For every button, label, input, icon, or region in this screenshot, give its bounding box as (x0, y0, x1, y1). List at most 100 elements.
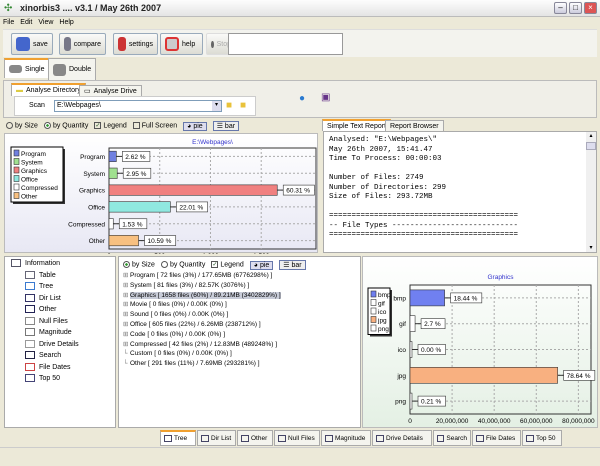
browse-folder-icon[interactable]: ■ (226, 100, 232, 111)
file-type-item[interactable]: ⊞ System [ 81 files (3%) / 82.57K (3076%)… (123, 281, 281, 291)
maximize-button[interactable]: □ (569, 2, 582, 14)
pie-button[interactable]: ◕ pie (183, 121, 207, 131)
tab-analyse-drive[interactable]: ▭ Analyse Drive (79, 85, 142, 96)
expand-icon[interactable]: ⊞ (123, 281, 130, 291)
tree-item-other[interactable]: Other (11, 304, 115, 316)
legend-checkbox[interactable]: ✓ Legend (94, 122, 127, 130)
file-type-item[interactable]: ⊞ Program [ 72 files (3%) / 177.65MB (677… (123, 271, 281, 281)
tree-item-file-dates[interactable]: File Dates (11, 362, 115, 374)
file-type-label: Graphics [ 1658 files (60%) / 89.21MB (3… (130, 291, 281, 299)
legend-swatch (370, 324, 377, 332)
settings-button[interactable]: settings (113, 33, 158, 55)
bar-button[interactable]: ☰ bar (279, 260, 306, 270)
tree-item-label: Table (39, 271, 56, 279)
expand-icon[interactable]: ⊞ (123, 320, 130, 330)
compare-icon (64, 37, 71, 51)
tree-item-label: Magnitude (39, 329, 72, 336)
chart-title: E:\Webpages\ (192, 139, 233, 146)
menu-edit[interactable]: Edit (17, 18, 35, 27)
by-quantity-radio[interactable]: by Quantity (43, 122, 88, 130)
navigation-tree: Information Table Tree Dir List Other Null Fi… (4, 256, 116, 428)
by-size-radio[interactable]: by Size (123, 261, 155, 269)
full-screen-checkbox[interactable]: Full Screen (132, 122, 177, 130)
file-type-label: Custom [ 0 files (0%) / 0.00K (0%) ] (130, 350, 232, 358)
tab-single[interactable]: Single (4, 58, 50, 78)
pie-button[interactable]: ◕ pie (249, 260, 274, 270)
report-icon[interactable]: ▣ (321, 92, 330, 103)
help-button[interactable]: help (160, 33, 203, 55)
status-bar (0, 447, 600, 466)
tree-item-dir-list[interactable]: Dir List (11, 293, 115, 305)
legend-swatch (13, 183, 20, 191)
menu-file[interactable]: File (0, 18, 17, 27)
legend-checkbox[interactable]: ✓ Legend (211, 261, 244, 269)
tab-simple-text-report[interactable]: Simple Text Report (322, 119, 392, 131)
tree-item-tree[interactable]: Tree (11, 281, 115, 293)
by-size-radio[interactable]: by Size (6, 122, 38, 130)
bottom-tab-magnitude[interactable]: Magnitude (321, 430, 371, 446)
save-button[interactable]: save (11, 33, 53, 55)
tree-item-information[interactable]: Information (11, 258, 115, 270)
scan-path-select[interactable]: E:\Webpages\ ▾ (54, 100, 222, 112)
tab-icon (201, 434, 209, 442)
tab-icon (325, 434, 333, 442)
file-type-item[interactable]: ⊞ Movie [ 0 files (0%) / 0.00K (0%) ] (123, 300, 281, 310)
chevron-down-icon[interactable]: ▾ (212, 101, 221, 111)
open-folder-icon[interactable]: ■ (240, 100, 246, 111)
tree-item-drive-details[interactable]: Drive Details (11, 339, 115, 351)
bottom-tab-dir-list[interactable]: Dir List (197, 430, 236, 446)
top-chart-panel: E:\Webpages\ 0 500 1,000 1,500 Program 2.62 % S… (4, 133, 318, 260)
by-quantity-radio[interactable]: by Quantity (160, 261, 205, 269)
expand-icon[interactable]: ⊞ (123, 310, 130, 320)
file-type-item[interactable]: ⊞ Code [ 0 files (0%) / 0.00K (0%) ] (123, 330, 281, 340)
bottom-tab-drive-details[interactable]: Drive Details (372, 430, 432, 446)
tree-node-icon (25, 316, 35, 325)
file-type-item[interactable]: └ Other [ 291 files (11%) / 7.69MB (29328… (123, 359, 281, 369)
scroll-thumb (586, 142, 596, 150)
toolbar-text-field[interactable] (228, 33, 343, 55)
tree-item-magnitude[interactable]: Magnitude (11, 327, 115, 339)
tab-report-browser[interactable]: Report Browser (385, 120, 444, 131)
ie-icon[interactable]: ● (299, 93, 305, 104)
file-type-item[interactable]: ⊞ Sound [ 0 files (0%) / 0.00K (0%) ] (123, 310, 281, 320)
bottom-tab-top-50[interactable]: Top 50 (522, 430, 562, 446)
menu-help[interactable]: Help (56, 18, 76, 27)
expand-icon[interactable]: ⊞ (123, 271, 130, 281)
compare-button[interactable]: compare (59, 33, 106, 55)
tree-item-null-files[interactable]: Null Files (11, 316, 115, 328)
scan-row: Scan E:\Webpages\ ▾ ■ ■ (14, 96, 256, 116)
scrollbar[interactable]: ▴ ▾ (586, 132, 596, 252)
tab-double[interactable]: Double (48, 58, 97, 80)
file-type-item[interactable]: ⊞ Compressed [ 42 files (2%) / 12.83MB (4… (123, 340, 281, 350)
x-tick-label: 0 (107, 253, 111, 254)
legend-label: ico (378, 309, 387, 316)
bottom-tab-null-files[interactable]: Null Files (274, 430, 320, 446)
tree-item-search[interactable]: Search (11, 350, 115, 362)
tree-node-icon (25, 282, 35, 291)
bottom-tab-file-dates[interactable]: File Dates (472, 430, 521, 446)
bottom-tab-search[interactable]: Search (433, 430, 471, 446)
tab-analyse-directory[interactable]: ▬ Analyse Directory (11, 83, 86, 96)
tab-double-label: Double (69, 66, 92, 73)
bottom-tab-tree[interactable]: Tree (160, 430, 196, 446)
bottom-tab-other[interactable]: Other (237, 430, 273, 446)
file-type-item[interactable]: ⊞ Graphics [ 1658 files (60%) / 89.21MB (… (123, 291, 281, 301)
file-type-item[interactable]: └ Custom [ 0 files (0%) / 0.00K (0%) ] (123, 349, 281, 359)
menu-view[interactable]: View (35, 18, 56, 27)
text-report[interactable]: Analysed: "E:\Webpages\" May 26th 2007, 1… (323, 131, 597, 253)
tree-item-top-50[interactable]: Top 50 (11, 373, 115, 385)
expand-icon[interactable]: ⊞ (123, 291, 130, 301)
help-label: help (182, 40, 196, 48)
expand-icon[interactable]: ⊞ (123, 340, 130, 350)
expand-icon[interactable]: ⊞ (123, 300, 130, 310)
file-type-item[interactable]: ⊞ Office [ 605 files (22%) / 6.26MB (2387… (123, 320, 281, 330)
data-label: 60.31 % (286, 188, 310, 195)
close-button[interactable]: × (584, 2, 597, 14)
bar-button[interactable]: ☰ bar (212, 121, 240, 131)
tree-item-table[interactable]: Table (11, 270, 115, 282)
tree-node-icon (25, 374, 35, 383)
expand-icon[interactable]: ⊞ (123, 330, 130, 340)
minimize-button[interactable]: – (554, 2, 567, 14)
chart-legend: Program SystemGraphics OfficeCompressed Oth… (10, 146, 65, 204)
y-tick-label: Program (80, 154, 105, 161)
